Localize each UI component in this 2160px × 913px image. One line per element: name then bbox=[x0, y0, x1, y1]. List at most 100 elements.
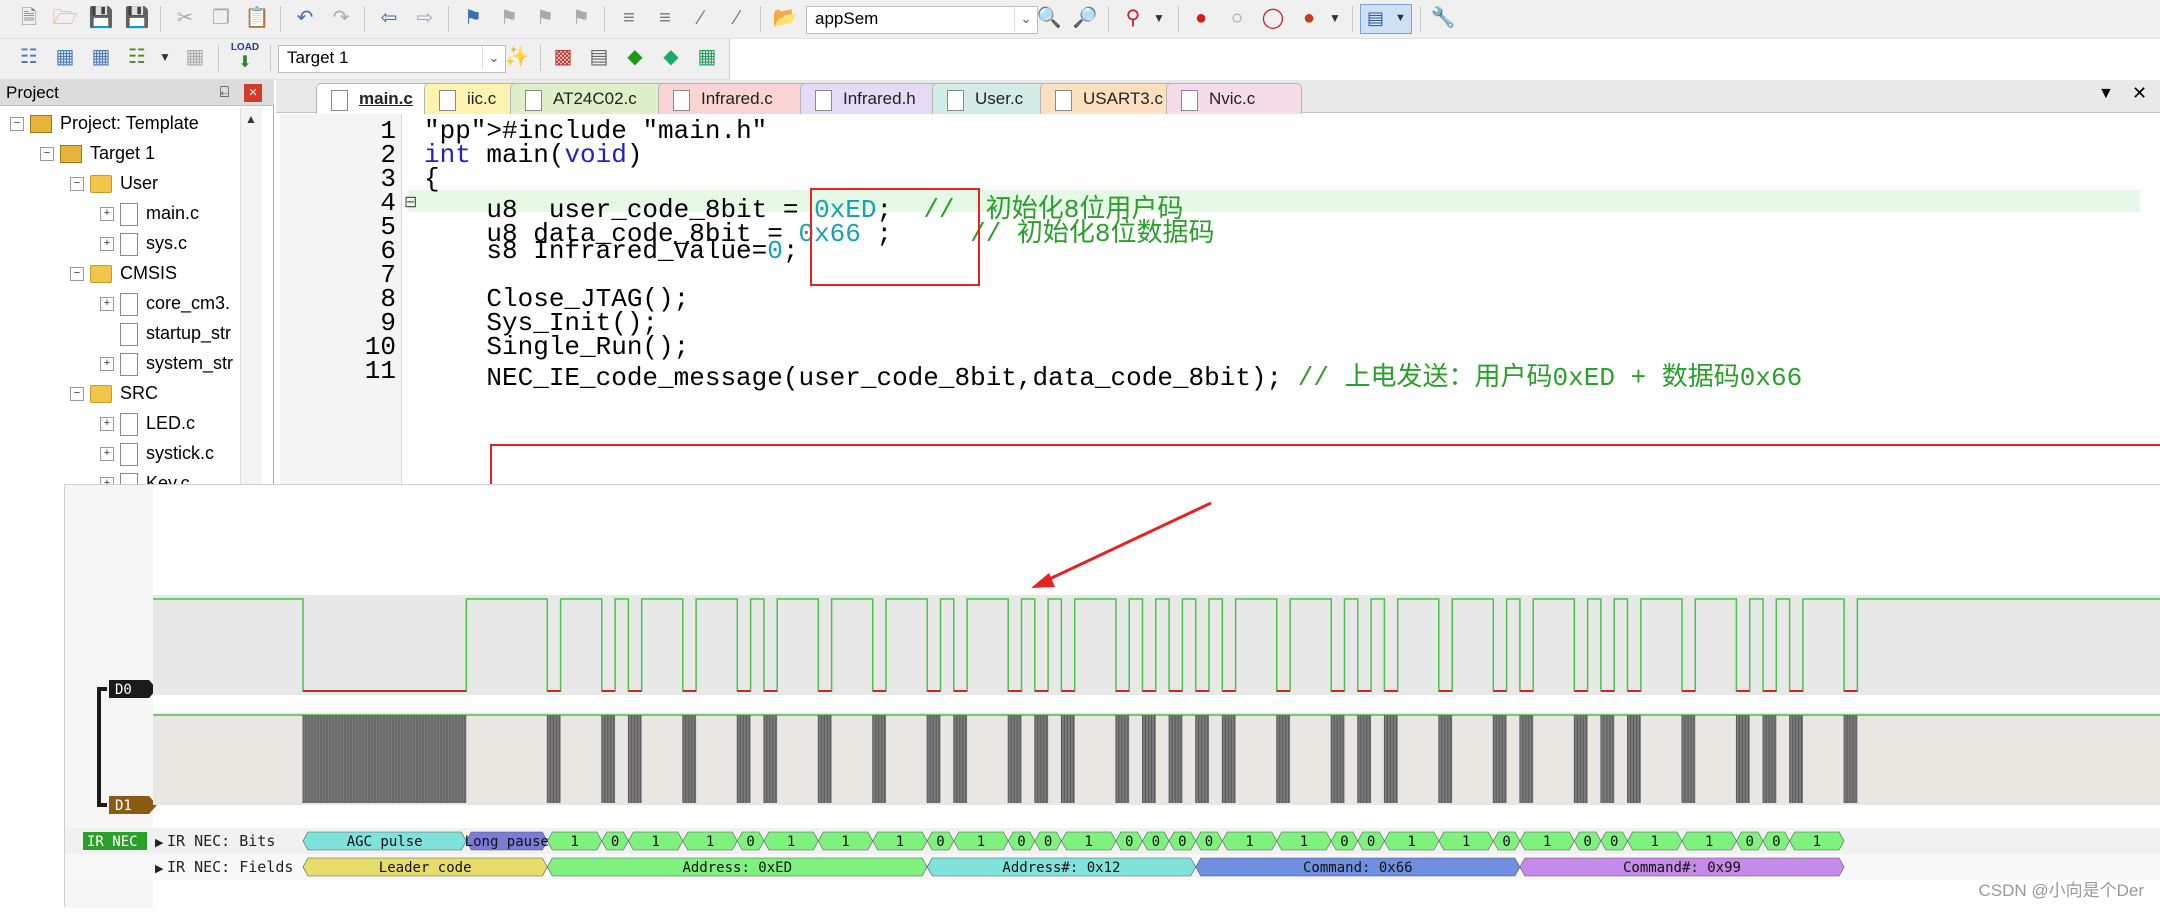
tree-item[interactable]: startup_str bbox=[100, 318, 231, 348]
bit-box[interactable]: 1 bbox=[763, 831, 819, 851]
code-line[interactable]: s8 Infrared_Value=0; bbox=[424, 236, 798, 266]
field-leader-code[interactable]: Leader code bbox=[302, 857, 548, 877]
bit-box[interactable]: 0 bbox=[1600, 831, 1628, 851]
expand-icon[interactable]: + bbox=[100, 447, 114, 462]
undo-icon[interactable]: ↶ bbox=[292, 5, 318, 31]
configure-icon[interactable]: 🔧 bbox=[1430, 5, 1456, 31]
tree-item[interactable]: − CMSIS bbox=[70, 258, 177, 288]
tree-item[interactable]: − Project: Template bbox=[10, 108, 199, 138]
expand-icon[interactable]: + bbox=[100, 297, 114, 312]
paste-icon[interactable]: 📋 bbox=[244, 5, 270, 31]
tree-item[interactable]: − User bbox=[70, 168, 158, 198]
tab-list-dropdown-icon[interactable]: ▼ bbox=[2098, 85, 2114, 103]
tree-item[interactable]: − Target 1 bbox=[40, 138, 155, 168]
stop-build-icon[interactable]: ▦ bbox=[182, 44, 208, 70]
bit-box[interactable]: 1 bbox=[953, 831, 1009, 851]
chevron-down-icon[interactable]: ▼ bbox=[1146, 5, 1172, 31]
long-pause-box[interactable]: Long pause bbox=[465, 831, 549, 851]
tree-item[interactable]: − SRC bbox=[70, 378, 158, 408]
find-icon[interactable]: 🔍 bbox=[1036, 5, 1062, 31]
bit-box[interactable]: 0 bbox=[1168, 831, 1197, 851]
bit-box[interactable]: 0 bbox=[736, 831, 765, 851]
collapse-icon[interactable]: − bbox=[70, 177, 84, 192]
uncomment-icon[interactable]: ∕ bbox=[724, 5, 750, 31]
field-2[interactable]: Address#: 0x12 bbox=[926, 857, 1197, 877]
bit-box[interactable]: 1 bbox=[817, 831, 874, 851]
navigate-back-icon[interactable]: ⇦ bbox=[376, 5, 402, 31]
pin-icon[interactable]: ⍇ bbox=[220, 80, 229, 106]
code-editor[interactable]: 1 2 3 4 5 6 7 8 9 10 11 "pp">#include "main.h" int … bbox=[280, 114, 2160, 488]
comment-icon[interactable]: ∕ bbox=[688, 5, 714, 31]
unindent-icon[interactable]: ≡ bbox=[652, 5, 678, 31]
incremental-find-icon[interactable]: 🔎 bbox=[1072, 5, 1098, 31]
tree-item[interactable]: + system_str bbox=[100, 348, 233, 378]
expand-icon[interactable]: + bbox=[100, 237, 114, 252]
bit-box[interactable]: 0 bbox=[601, 831, 629, 851]
collapse-icon[interactable]: − bbox=[70, 387, 84, 402]
bit-box[interactable]: 1 bbox=[1276, 831, 1332, 851]
tab-nvic-c[interactable]: Nvic.c bbox=[1166, 83, 1302, 114]
decoder-ir-nec-label[interactable]: IR NEC bbox=[83, 832, 147, 850]
target-select[interactable]: Target 1 ⌄ bbox=[278, 45, 506, 73]
expand-icon[interactable]: + bbox=[100, 357, 114, 372]
download-button[interactable]: LOAD ⬇ bbox=[228, 42, 262, 74]
field-1[interactable]: Address: 0xED bbox=[546, 857, 928, 877]
bit-box[interactable]: 1 bbox=[1061, 831, 1117, 851]
bookmark-insert-icon[interactable]: ⚑ bbox=[460, 5, 486, 31]
code-line[interactable]: NEC_IE_code_message(user_code_8bit,data_… bbox=[424, 356, 1802, 393]
manage-components-icon[interactable]: ▤ bbox=[586, 44, 612, 70]
chevron-down-icon[interactable]: ⌄ bbox=[482, 46, 505, 70]
bit-box[interactable]: 0 bbox=[1007, 831, 1036, 851]
bit-box[interactable]: 0 bbox=[1195, 831, 1223, 851]
build-icon[interactable]: ▦ bbox=[52, 44, 78, 70]
bit-box[interactable]: 1 bbox=[1789, 831, 1845, 851]
bit-box[interactable]: 1 bbox=[872, 831, 928, 851]
bit-box[interactable]: 0 bbox=[1762, 831, 1790, 851]
find-in-files-icon[interactable]: 📂 bbox=[772, 5, 798, 31]
chevron-down-icon[interactable]: ⌄ bbox=[1014, 7, 1037, 31]
bit-box[interactable]: 1 bbox=[628, 831, 684, 851]
save-icon[interactable]: 💾 bbox=[88, 5, 114, 31]
breakpoint-clear-icon[interactable]: ◯ bbox=[1260, 5, 1286, 31]
expand-icon[interactable]: + bbox=[100, 417, 114, 432]
debug-icon[interactable]: ⚲ bbox=[1120, 5, 1146, 31]
manage-project-items-icon[interactable]: ▩ bbox=[550, 44, 576, 70]
bit-box[interactable]: 1 bbox=[682, 831, 738, 851]
expand-icon[interactable]: + bbox=[100, 207, 114, 222]
bit-box[interactable]: 0 bbox=[926, 831, 955, 851]
project-tree-scrollbar[interactable]: ▲ bbox=[240, 108, 262, 487]
collapse-icon[interactable]: − bbox=[40, 147, 54, 162]
bit-box[interactable]: 0 bbox=[1142, 831, 1170, 851]
bit-box[interactable]: 1 bbox=[1627, 831, 1683, 851]
bit-box[interactable]: 0 bbox=[1492, 831, 1521, 851]
bit-box[interactable]: 1 bbox=[1438, 831, 1494, 851]
collapse-icon[interactable]: − bbox=[10, 117, 24, 132]
close-tab-icon[interactable]: ✕ bbox=[2132, 83, 2147, 104]
bit-box[interactable]: 0 bbox=[1115, 831, 1143, 851]
bit-box[interactable]: 1 bbox=[1384, 831, 1440, 851]
copy-icon[interactable]: ❐ bbox=[208, 5, 234, 31]
tree-item[interactable]: + LED.c bbox=[100, 408, 195, 438]
save-all-icon[interactable]: 💾 bbox=[124, 5, 150, 31]
field-4[interactable]: Command#: 0x99 bbox=[1519, 857, 1845, 877]
cut-icon[interactable]: ✂ bbox=[172, 5, 198, 31]
collapse-icon[interactable]: − bbox=[70, 267, 84, 282]
bit-box[interactable]: 0 bbox=[1330, 831, 1359, 851]
select-packs-icon[interactable]: ◆ bbox=[622, 44, 648, 70]
run-time-env-icon[interactable]: ▦ bbox=[694, 44, 720, 70]
bit-box[interactable]: 0 bbox=[1736, 831, 1764, 851]
breakpoint-insert-icon[interactable]: ● bbox=[1188, 5, 1214, 31]
new-file-icon[interactable]: 🗎 bbox=[16, 5, 42, 31]
navigate-forward-icon[interactable]: ⇨ bbox=[412, 5, 438, 31]
breakpoint-disable-icon[interactable]: ○ bbox=[1224, 5, 1250, 31]
bit-box[interactable]: 1 bbox=[546, 831, 603, 851]
scroll-up-icon[interactable]: ▲ bbox=[245, 112, 257, 126]
bit-box[interactable]: 0 bbox=[1357, 831, 1385, 851]
translate-icon[interactable]: ☷ bbox=[16, 44, 42, 70]
channel-label-d0[interactable]: D0 bbox=[109, 680, 157, 698]
close-panel-icon[interactable]: × bbox=[244, 84, 262, 102]
bit-box[interactable]: 1 bbox=[1221, 831, 1278, 851]
bit-box[interactable]: 1 bbox=[1519, 831, 1575, 851]
chevron-down-icon[interactable]: ▼ bbox=[152, 44, 178, 70]
bookmark-prev-icon[interactable]: ⚑ bbox=[496, 5, 522, 31]
